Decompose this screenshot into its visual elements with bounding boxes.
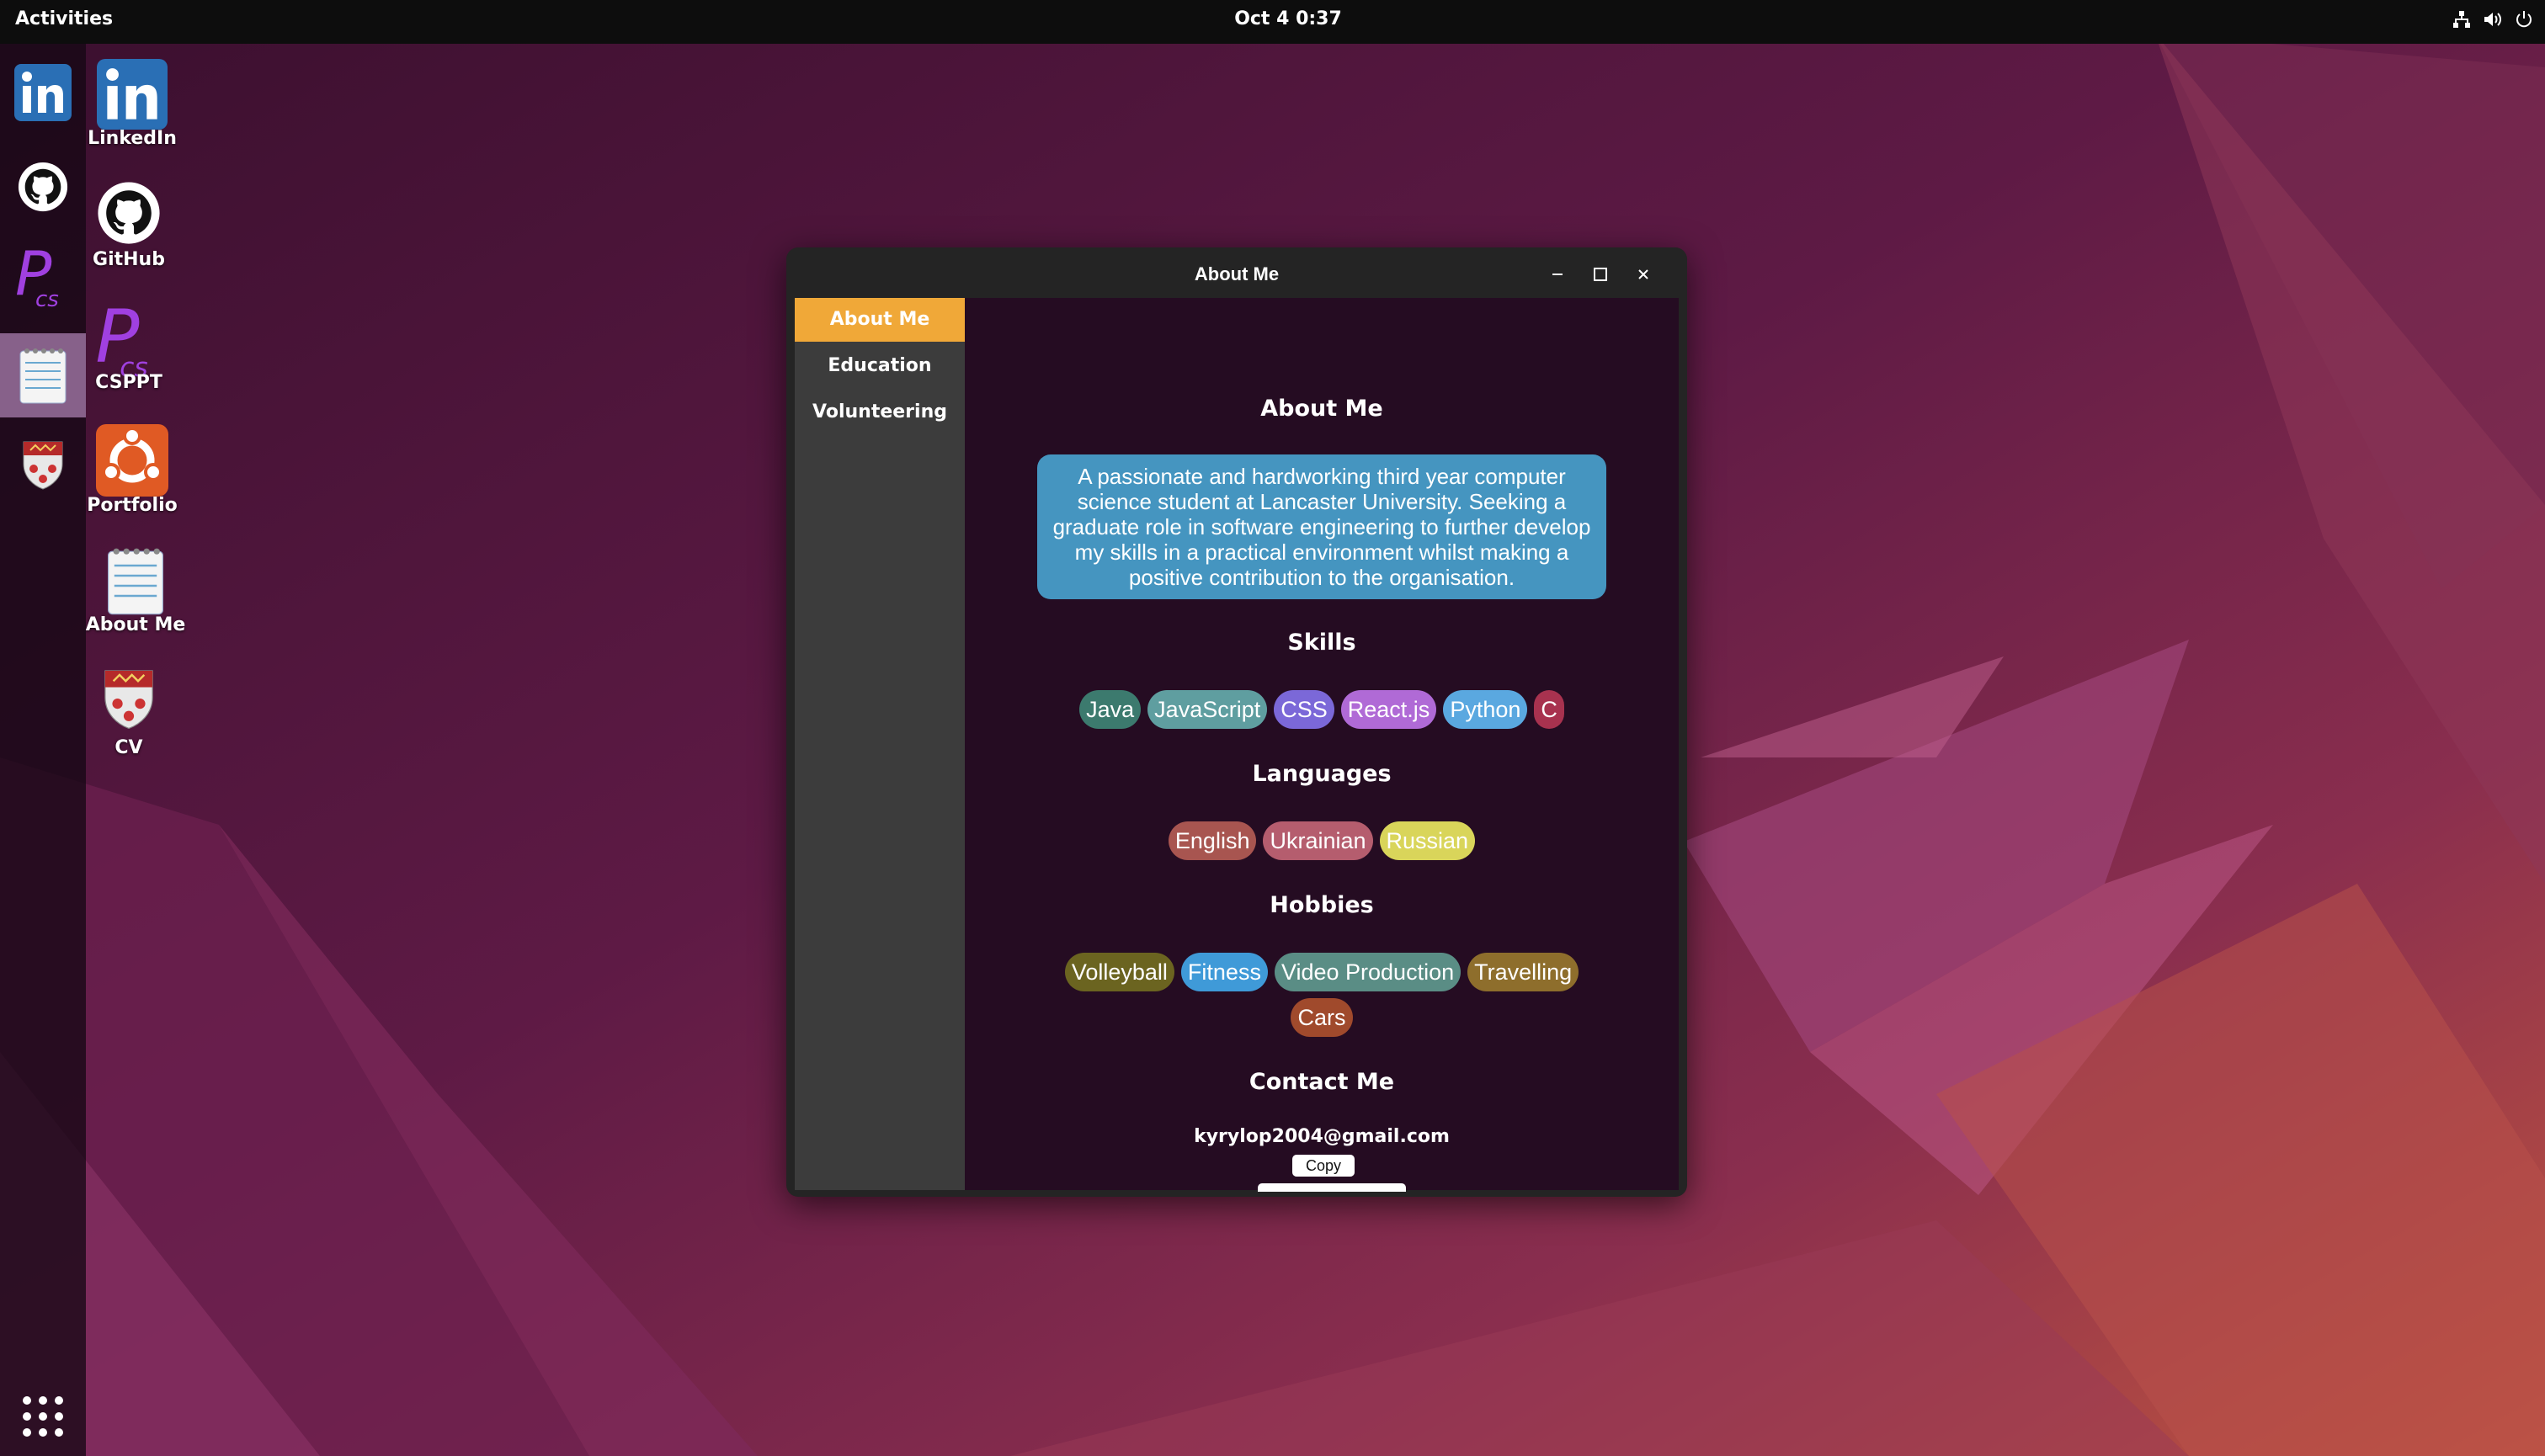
svg-text:cs: cs — [35, 287, 59, 311]
github-icon — [98, 182, 160, 244]
hobbies-list: Volleyball Fitness Video Production Travell… — [1049, 953, 1595, 1037]
skill-chip: Java — [1079, 690, 1142, 729]
desktop-icon-about-me[interactable]: About Me — [77, 534, 194, 651]
desktop-icon-label: CSPPT — [95, 372, 162, 393]
power-icon — [2516, 11, 2532, 28]
desktop-icon-cv[interactable]: CV — [70, 655, 188, 773]
dock-about-me[interactable] — [0, 333, 86, 417]
dock: Pcs — [0, 44, 86, 1456]
clock[interactable]: Oct 4 0:37 — [1229, 8, 1347, 29]
sidebar: About Me Education Volunteering — [795, 298, 965, 1190]
hobby-chip: Travelling — [1467, 953, 1579, 991]
ubuntu-icon — [96, 424, 168, 497]
close-button[interactable] — [1630, 261, 1657, 288]
email-text: kyrylop2004@gmail.com — [1194, 1126, 1450, 1147]
sidebar-item-volunteering[interactable]: Volunteering — [795, 391, 965, 434]
sidebar-item-about-me[interactable]: About Me — [795, 298, 965, 342]
minimize-icon — [1552, 274, 1563, 275]
apps-grid-icon[interactable] — [22, 1395, 64, 1437]
desktop-icon-github[interactable]: GitHub — [70, 168, 188, 286]
minimize-button[interactable] — [1544, 261, 1571, 288]
hobbies-heading: Hobbies — [1270, 892, 1374, 918]
language-chip: English — [1168, 821, 1257, 860]
maximize-button[interactable] — [1587, 261, 1614, 288]
notepad-icon — [19, 348, 67, 404]
volume-icon — [2484, 13, 2501, 26]
skill-chip: Python — [1443, 690, 1528, 729]
linkedin-icon — [97, 59, 168, 130]
copy-email-button[interactable]: Copy — [1292, 1155, 1355, 1177]
dock-linkedin[interactable] — [0, 50, 86, 135]
crest-icon — [23, 441, 63, 490]
content-panel: About Me A passionate and hardworking th… — [965, 298, 1679, 1192]
system-tray[interactable] — [2452, 10, 2533, 29]
languages-list: English Ukrainian Russian — [965, 821, 1679, 860]
close-icon — [1638, 269, 1648, 279]
skills-list: Java JavaScript CSS React.js Python C — [965, 690, 1679, 729]
desktop-icon-label: About Me — [85, 614, 186, 635]
desktop-icon-label: GitHub — [93, 249, 165, 270]
skill-chip: React.js — [1340, 690, 1437, 729]
partially-visible-button[interactable] — [1258, 1183, 1406, 1192]
skill-chip: CSS — [1274, 690, 1334, 729]
dock-cv[interactable] — [0, 422, 86, 507]
hobby-chip: Volleyball — [1064, 953, 1174, 991]
desktop-icon-label: CV — [114, 737, 143, 758]
hobby-chip: Video Production — [1274, 953, 1462, 991]
crest-icon — [104, 670, 153, 730]
desktop-icon-csppt[interactable]: Pcs CSPPT — [70, 290, 188, 407]
maximize-icon — [1594, 268, 1607, 281]
window-body: About Me Education Volunteering About Me… — [795, 298, 1679, 1192]
csppt-icon: Pcs — [95, 301, 147, 382]
dock-csppt[interactable]: Pcs — [0, 236, 86, 320]
languages-heading: Languages — [1252, 761, 1392, 787]
desktop-icon-portfolio[interactable]: Portfolio — [73, 412, 191, 530]
language-chip: Ukrainian — [1263, 821, 1373, 860]
notepad-icon — [108, 548, 163, 615]
csppt-icon: Pcs — [15, 244, 59, 311]
bio-card: A passionate and hardworking third year … — [1037, 454, 1606, 599]
about-heading: About Me — [1260, 396, 1383, 422]
linkedin-icon — [14, 64, 72, 121]
github-icon — [18, 162, 68, 212]
skill-chip: C — [1534, 690, 1564, 729]
desktop-icon-label: Portfolio — [87, 495, 178, 516]
sidebar-item-education[interactable]: Education — [795, 344, 965, 388]
hobby-chip: Fitness — [1180, 953, 1268, 991]
contact-heading: Contact Me — [1249, 1069, 1395, 1095]
skill-chip: JavaScript — [1147, 690, 1268, 729]
desktop-icon-label: LinkedIn — [88, 128, 177, 149]
top-bar: Activities Oct 4 0:37 — [0, 0, 2545, 44]
hobby-chip: Cars — [1291, 998, 1353, 1037]
network-icon — [2453, 11, 2470, 28]
activities-button[interactable]: Activities — [15, 8, 113, 29]
skills-heading: Skills — [1287, 630, 1356, 656]
about-me-window: About Me About Me Education Volunteering… — [786, 247, 1687, 1197]
dock-github[interactable] — [0, 145, 86, 229]
desktop-icon-linkedin[interactable]: LinkedIn — [73, 47, 191, 165]
language-chip: Russian — [1379, 821, 1476, 860]
